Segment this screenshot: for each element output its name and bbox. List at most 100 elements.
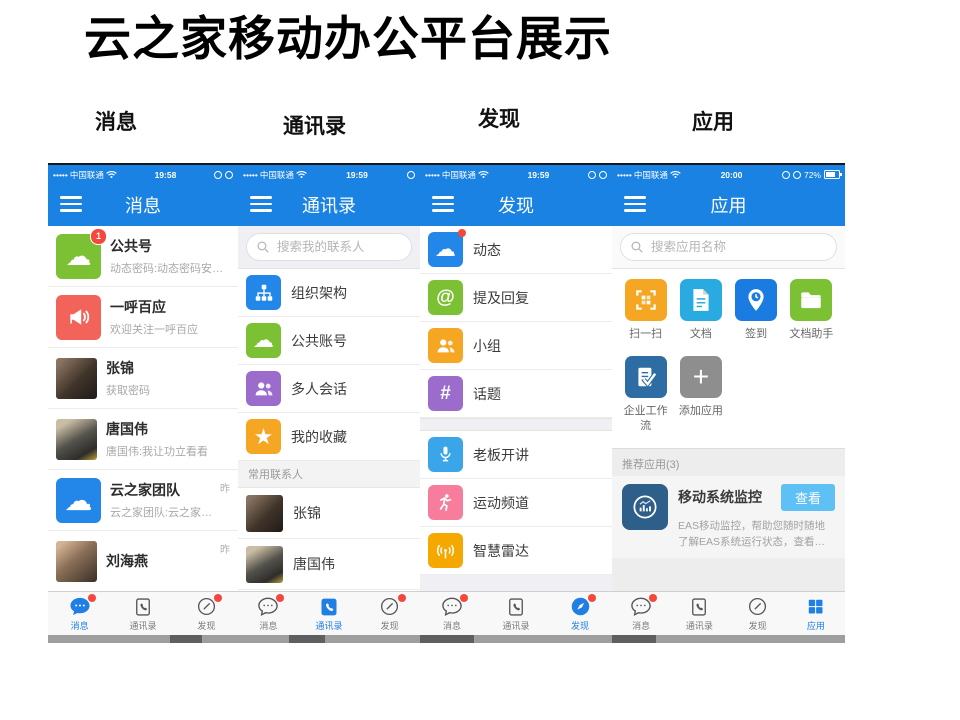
menu-item-group-chat[interactable]: 多人会话 (238, 365, 420, 413)
menu-icon[interactable] (250, 196, 272, 212)
nav-bar: 应用 (612, 184, 845, 226)
horizontal-scrollbar[interactable] (420, 635, 612, 643)
battery-percent: 72% (804, 170, 821, 180)
nav-bar: 消息 (48, 184, 238, 226)
horizontal-scrollbar[interactable] (238, 635, 420, 643)
battery-icon (824, 170, 840, 179)
menu-item-orgchart[interactable]: 组织架构 (238, 269, 420, 317)
item-boss-talk[interactable]: 老板开讲 (420, 431, 612, 479)
list-item[interactable]: 张锦获取密码 (48, 348, 238, 409)
message-list: ☁1 公共号动态密码:动态密码安全性升… 一呼百应欢迎关注一呼百应 张锦获取密码… (48, 226, 238, 591)
clipboard-check-icon (625, 356, 667, 398)
qr-scan-icon (625, 279, 667, 321)
view-button[interactable]: 查看 (781, 484, 835, 511)
page-title: 通讯录 (302, 192, 356, 218)
horizontal-scrollbar[interactable] (612, 635, 845, 643)
wifi-icon (296, 170, 307, 179)
org-chart-icon (246, 275, 281, 310)
notification-dot (398, 594, 406, 602)
clock: 19:59 (528, 170, 550, 180)
contacts-panel: 组织架构 ☁ 公共账号 多人会话 ★ 我的收藏 常用联系人 张锦 (238, 226, 420, 591)
app-checkin[interactable]: 签到 (729, 279, 784, 342)
cloud-team-icon: ☁ (56, 478, 101, 523)
system-monitor-icon (622, 484, 668, 530)
app-add[interactable]: + 添加应用 (673, 356, 728, 434)
tab-contacts[interactable]: 通讯录 (111, 592, 174, 635)
menu-icon[interactable] (624, 196, 646, 212)
document-icon (680, 279, 722, 321)
signal-dots: ••••• (243, 170, 258, 180)
chat-bubble-icon (440, 596, 464, 618)
avatar (246, 495, 283, 532)
avatar (56, 541, 97, 582)
item-topics[interactable]: # 话题 (420, 370, 612, 418)
column-label-messages: 消息 (95, 106, 137, 136)
status-bar: •••••中国联通 19:58 (48, 165, 238, 184)
recommended-app-card[interactable]: 移动系统监控 查看 EAS移动监控，帮助您随时随地了解EAS系统运行状态，查看E… (612, 476, 845, 559)
tab-contacts[interactable]: 通讯录 (484, 592, 548, 635)
item-smart-radar[interactable]: 智慧雷达 (420, 527, 612, 575)
slide: 云之家移动办公平台展示 消息 通讯录 发现 应用 •••••中国联通 19:58… (0, 0, 960, 720)
list-item[interactable]: 唐国伟唐国伟:我让功立看看 (48, 409, 238, 470)
app-scan[interactable]: 扫一扫 (618, 279, 673, 342)
menu-item-public-accounts[interactable]: ☁ 公共账号 (238, 317, 420, 365)
orientation-lock-icon (214, 171, 222, 179)
list-item[interactable]: 一呼百应欢迎关注一呼百应 (48, 287, 238, 348)
item-mentions[interactable]: @ 提及回复 (420, 274, 612, 322)
avatar (246, 546, 283, 583)
contact-item[interactable]: 唐国伟 (238, 539, 420, 590)
page-title: 应用 (711, 192, 747, 218)
at-icon: @ (428, 280, 463, 315)
tab-messages[interactable]: 消息 (612, 592, 670, 635)
menu-icon[interactable] (432, 196, 454, 212)
item-sports[interactable]: 运动频道 (420, 479, 612, 527)
phone-contacts: •••••中国联通 19:59 通讯录 组织架构 ☁ 公共账号 (238, 163, 420, 643)
horizontal-scrollbar[interactable] (48, 635, 238, 643)
item-groups[interactable]: 小组 (420, 322, 612, 370)
list-item[interactable]: ☁ 云之家团队云之家团队:云之家与讯通整… 昨 (48, 470, 238, 531)
menu-icon[interactable] (60, 196, 82, 212)
tab-discover[interactable]: 发现 (175, 592, 238, 635)
tab-apps[interactable]: 应用 (787, 592, 845, 635)
avatar (56, 419, 97, 460)
compass-icon (378, 596, 402, 618)
timestamp: 昨 (220, 480, 230, 495)
app-workflow[interactable]: 企业工作流 (618, 356, 673, 434)
tab-discover[interactable]: 发现 (548, 592, 612, 635)
contact-item[interactable]: 张锦 (238, 488, 420, 539)
tab-bar: 消息 通讯录 发现 应用 (612, 591, 845, 635)
tab-bar: 消息 通讯录 发现 (238, 591, 420, 635)
tab-discover[interactable]: 发现 (729, 592, 787, 635)
page-title: 消息 (125, 192, 161, 218)
search-input[interactable] (246, 233, 412, 261)
compass-icon (194, 596, 218, 618)
search-icon (256, 240, 270, 259)
item-feed[interactable]: ☁ 动态 (420, 226, 612, 274)
tab-messages[interactable]: 消息 (48, 592, 111, 635)
list-item[interactable]: ☁1 公共号动态密码:动态密码安全性升… (48, 226, 238, 287)
tab-contacts[interactable]: 通讯录 (299, 592, 360, 635)
phone-discover: •••••中国联通 19:59 发现 ☁ 动态 @ 提及回复 小组 (420, 163, 612, 643)
tab-contacts[interactable]: 通讯录 (670, 592, 728, 635)
apps-panel: 扫一扫 文档 签到 文档助手 (612, 226, 845, 591)
tab-messages[interactable]: 消息 (238, 592, 299, 635)
list-item[interactable]: 刘海燕 昨 (48, 531, 238, 591)
app-grid: 扫一扫 文档 签到 文档助手 (612, 269, 845, 448)
notification-dot (214, 594, 222, 602)
app-documents[interactable]: 文档 (673, 279, 728, 342)
app-doc-assistant[interactable]: 文档助手 (784, 279, 839, 342)
status-bar: •••••中国联通 19:59 (238, 165, 420, 184)
location-pin-icon (735, 279, 777, 321)
runner-icon (428, 485, 463, 520)
menu-item-favorites[interactable]: ★ 我的收藏 (238, 413, 420, 461)
background (420, 575, 612, 591)
carrier-label: 中国联通 (442, 169, 476, 181)
tab-discover[interactable]: 发现 (359, 592, 420, 635)
search-input[interactable] (620, 233, 837, 261)
chat-bubble-icon (68, 596, 92, 618)
radar-icon (428, 533, 463, 568)
discover-list: ☁ 动态 @ 提及回复 小组 # 话题 老板开讲 (420, 226, 612, 591)
recommended-app-name: 移动系统监控 (678, 487, 762, 507)
tab-messages[interactable]: 消息 (420, 592, 484, 635)
avatar (56, 358, 97, 399)
